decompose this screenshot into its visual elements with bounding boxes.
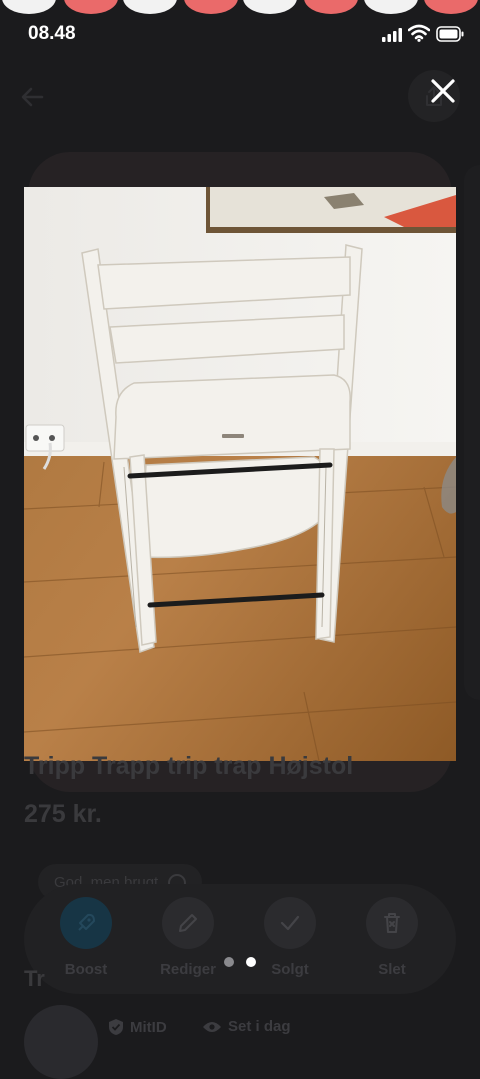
page-indicator-dot[interactable] <box>224 957 234 967</box>
sold-button[interactable]: Solgt <box>250 897 330 978</box>
top-bubble <box>424 0 478 14</box>
shield-icon <box>109 1019 123 1035</box>
edit-button[interactable]: Rediger <box>148 897 228 978</box>
next-image-edge <box>464 165 480 700</box>
last-seen-label: Set i dag <box>228 1018 291 1035</box>
listing-price: 275 kr. <box>24 800 102 828</box>
page-indicator-dot-active[interactable] <box>246 957 256 967</box>
avatar <box>24 1005 98 1079</box>
top-bubble <box>364 0 418 14</box>
top-bubble <box>184 0 238 14</box>
delete-button[interactable]: Slet <box>352 897 432 978</box>
pencil-icon <box>179 914 197 932</box>
eye-icon <box>203 1021 221 1032</box>
back-arrow-icon[interactable] <box>20 84 46 110</box>
signal-icon <box>382 28 402 42</box>
top-bubble <box>2 0 56 14</box>
top-bubble <box>304 0 358 14</box>
close-icon[interactable] <box>428 76 458 106</box>
edit-label: Rediger <box>160 961 216 978</box>
boost-button[interactable]: Boost <box>46 897 126 978</box>
delete-label: Slet <box>378 961 406 978</box>
listing-photo[interactable] <box>24 187 456 761</box>
last-seen: Set i dag <box>202 1018 291 1035</box>
top-bubble <box>64 0 118 14</box>
top-bubble <box>243 0 297 14</box>
sold-label: Solgt <box>271 961 309 978</box>
status-time: 08.48 <box>28 23 76 44</box>
wifi-icon <box>408 24 430 42</box>
battery-icon <box>436 26 464 42</box>
check-icon <box>280 915 300 931</box>
high-chair-photo <box>24 187 456 761</box>
mitid-label: MitID <box>130 1018 167 1036</box>
listing-title: Tripp Trapp trip trap Højstol <box>24 752 354 780</box>
seller-section-title: Tr <box>24 966 45 991</box>
mitid-badge: MitID <box>108 1018 167 1036</box>
boost-label: Boost <box>64 961 108 978</box>
rocket-icon <box>78 913 95 931</box>
top-bubble <box>123 0 177 14</box>
trash-icon <box>384 913 400 933</box>
